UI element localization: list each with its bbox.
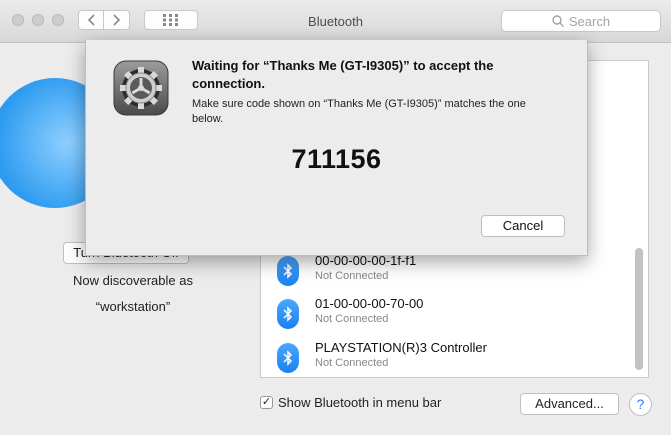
- computer-name-text: “workstation”: [95, 299, 171, 314]
- device-list-scrollbar[interactable]: [635, 248, 643, 370]
- show-in-menu-bar-option[interactable]: ✓ Show Bluetooth in menu bar: [260, 395, 441, 410]
- bluetooth-preferences-window: Bluetooth Search Turn Bluetooth Off Now …: [0, 0, 671, 435]
- pairing-code: 711156: [291, 144, 382, 174]
- title-bar: Bluetooth Search: [0, 0, 671, 43]
- search-field[interactable]: Search: [501, 10, 661, 32]
- help-button[interactable]: ?: [629, 393, 652, 416]
- search-placeholder: Search: [568, 13, 611, 29]
- bluetooth-icon: [277, 256, 299, 286]
- cancel-button[interactable]: Cancel: [481, 215, 565, 237]
- device-row[interactable]: 01-00-00-00-70-00 Not Connected: [261, 293, 631, 337]
- system-preferences-gear-icon: [113, 60, 169, 116]
- dialog-title: Waiting for “Thanks Me (GT-I9305)” to ac…: [192, 58, 494, 91]
- device-name: PLAYSTATION(R)3 Controller: [315, 340, 487, 355]
- device-name: 01-00-00-00-70-00: [315, 296, 424, 311]
- device-status: Not Connected: [315, 270, 389, 282]
- show-in-menu-bar-label: Show Bluetooth in menu bar: [278, 395, 442, 410]
- device-status: Not Connected: [315, 313, 389, 325]
- advanced-button[interactable]: Advanced...: [520, 393, 619, 415]
- pairing-dialog: Waiting for “Thanks Me (GT-I9305)” to ac…: [85, 40, 588, 256]
- bluetooth-icon: [277, 299, 299, 329]
- device-row[interactable]: PLAYSTATION(R)3 Controller Not Connected: [261, 337, 631, 377]
- device-row[interactable]: 00-00-00-00-1f-f1 Not Connected: [261, 250, 631, 294]
- search-icon: [552, 15, 564, 27]
- show-in-menu-bar-checkbox[interactable]: ✓: [260, 396, 273, 409]
- discoverable-text: Now discoverable as: [73, 273, 193, 288]
- dialog-message: Make sure code shown on “Thanks Me (GT-I…: [192, 98, 526, 125]
- device-status: Not Connected: [315, 357, 389, 369]
- bluetooth-icon: [277, 343, 299, 373]
